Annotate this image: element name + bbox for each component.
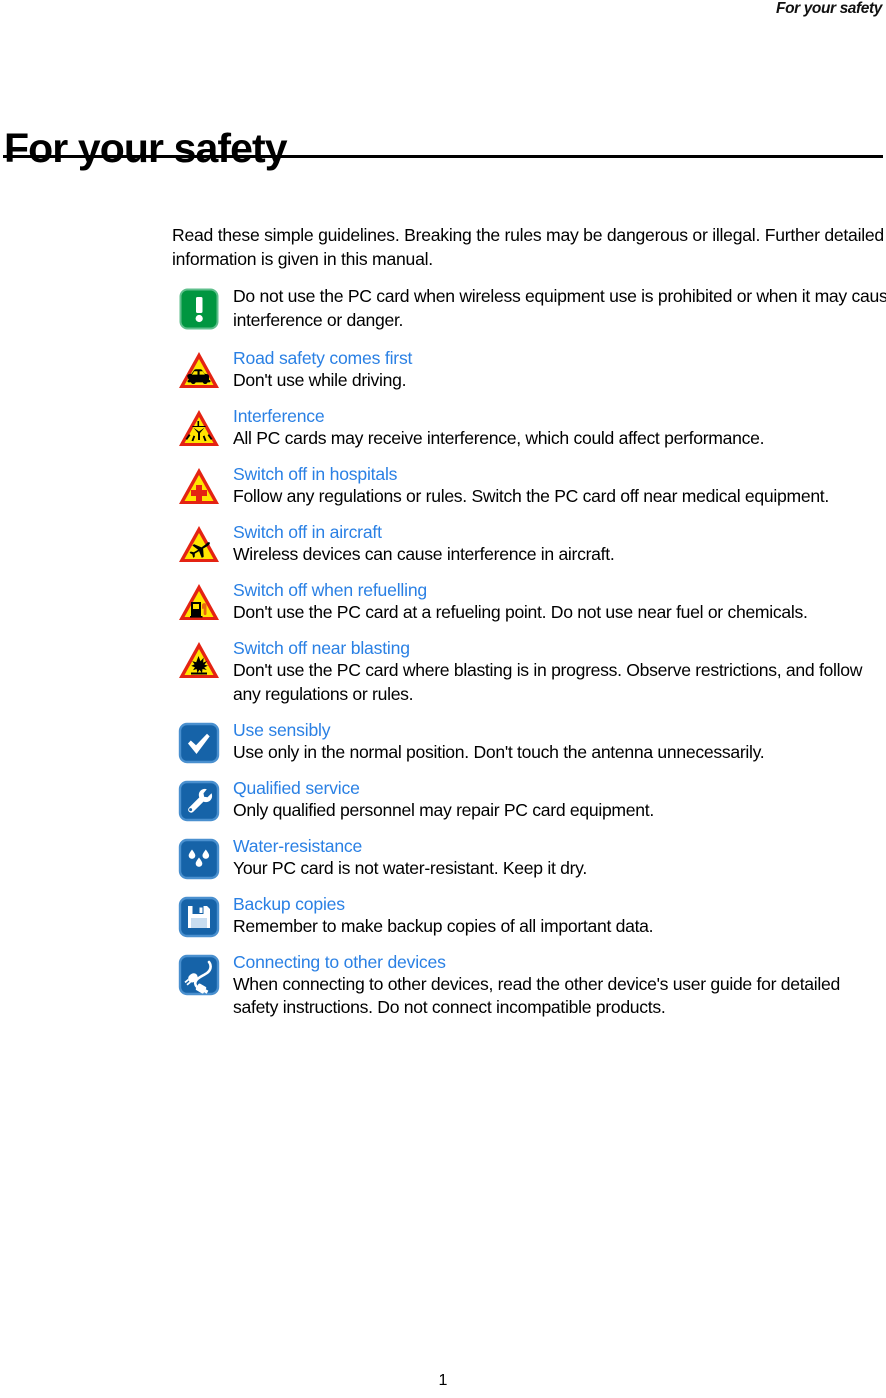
guideline-item: Backup copies Remember to make backup co… (172, 893, 886, 939)
intro-paragraph: Read these simple guidelines. Breaking t… (172, 225, 884, 269)
guideline-text: Wireless devices can cause interference … (233, 544, 615, 564)
guideline-text: Remember to make backup copies of all im… (233, 915, 654, 936)
guideline-heading: Switch off near blasting (233, 638, 410, 658)
guideline-item: Qualified service Only qualified personn… (172, 777, 886, 823)
floppy-disk-icon (177, 895, 221, 939)
car-warning-icon (177, 349, 221, 393)
water-drops-icon (177, 837, 221, 881)
guideline-text: Your PC card is not water-resistant. Kee… (233, 857, 587, 878)
guideline-item: Interference All PC cards may receive in… (172, 405, 886, 451)
guideline-item: Connecting to other devices When connect… (172, 951, 886, 1020)
guideline-heading: Interference (233, 406, 325, 426)
guideline-item: Do not use the PC card when wireless equ… (172, 285, 886, 332)
plug-cable-icon (177, 953, 221, 997)
aircraft-warning-icon (177, 523, 221, 567)
checkmark-icon (177, 721, 221, 765)
guideline-heading: Switch off in aircraft (233, 522, 382, 542)
guideline-item: Use sensibly Use only in the normal posi… (172, 719, 886, 765)
guideline-item: Water-resistance Your PC card is not wat… (172, 835, 886, 881)
running-header: For your safety (776, 0, 882, 17)
guideline-item: Road safety comes first Don't use while … (172, 347, 886, 393)
guideline-item: Switch off in hospitals Follow any regul… (172, 463, 886, 509)
safety-guidelines-section: Read these simple guidelines. Breaking t… (172, 224, 886, 1032)
guideline-heading: Switch off in hospitals (233, 464, 398, 484)
guideline-text: Don't use the PC card where blasting is … (233, 660, 863, 704)
green-exclamation-icon (177, 287, 221, 331)
guideline-heading: Switch off when refuelling (233, 580, 427, 600)
guideline-text: Don't use while driving. (233, 370, 407, 390)
guideline-heading: Connecting to other devices (233, 951, 446, 972)
wrench-icon (177, 779, 221, 823)
guideline-heading: Qualified service (233, 777, 360, 798)
guideline-item: Switch off when refuelling Don't use the… (172, 579, 886, 625)
guideline-text: Follow any regulations or rules. Switch … (233, 486, 829, 506)
guideline-text: All PC cards may receive interference, w… (233, 428, 765, 448)
guideline-heading: Water-resistance (233, 835, 363, 856)
guideline-text: Use only in the normal position. Don't t… (233, 741, 765, 762)
guideline-text: Don't use the PC card at a refueling poi… (233, 602, 808, 622)
page-number: 1 (438, 1372, 448, 1389)
guideline-item: Switch off in aircraft Wireless devices … (172, 521, 886, 567)
blasting-warning-icon (177, 639, 221, 683)
page-title: For your safety (4, 125, 288, 172)
guideline-text: Only qualified personnel may repair PC c… (233, 799, 654, 820)
title-divider (3, 155, 883, 158)
guideline-heading: Road safety comes first (233, 348, 413, 368)
interference-warning-icon (177, 407, 221, 451)
guideline-text: When connecting to other devices, read t… (233, 973, 840, 1018)
guideline-item: Switch off near blasting Don't use the P… (172, 637, 886, 706)
fuel-pump-warning-icon (177, 581, 221, 625)
guideline-heading: Use sensibly (233, 719, 331, 740)
guideline-heading: Backup copies (233, 893, 345, 914)
hospital-cross-warning-icon (177, 465, 221, 509)
guideline-text: Do not use the PC card when wireless equ… (233, 286, 886, 330)
